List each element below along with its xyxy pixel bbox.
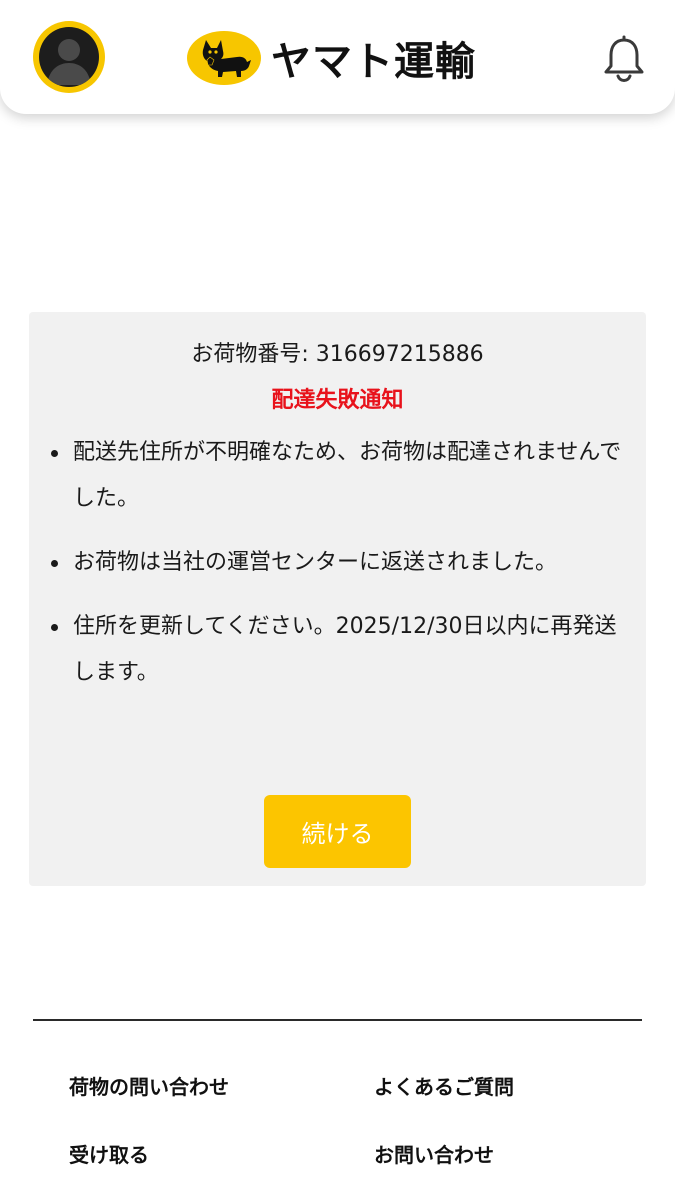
footer-link-contact[interactable]: お問い合わせ	[374, 1139, 494, 1168]
user-avatar-icon[interactable]	[33, 21, 105, 93]
avatar	[39, 27, 99, 87]
brand-name: ヤマト運輸	[271, 39, 476, 85]
list-item: お荷物は当社の運営センターに返送されました。	[47, 540, 631, 586]
list-item: 配送先住所が不明確なため、お荷物は配達されませんでした。	[47, 430, 631, 522]
tracking-number: お荷物番号: 316697215886	[191, 342, 484, 367]
footer-link-receive[interactable]: 受け取る	[69, 1139, 149, 1168]
list-item: 住所を更新してください。2025/12/30日以内に再発送します。	[47, 604, 631, 696]
message-list: 配送先住所が不明確なため、お荷物は配達されませんでした。 お荷物は当社の運営セン…	[47, 430, 631, 714]
delivery-notice-panel: お荷物番号: 316697215886 配達失敗通知 配送先住所が不明確なため、…	[29, 312, 646, 886]
footer-divider	[33, 1019, 642, 1021]
person-silhouette-icon	[47, 39, 91, 85]
notice-title: 配達失敗通知	[271, 388, 404, 413]
footer-link-tracking[interactable]: 荷物の問い合わせ	[69, 1071, 229, 1100]
black-cat-icon	[187, 31, 261, 85]
brand-logo[interactable]: ヤマト運輸	[187, 27, 476, 89]
bell-icon[interactable]	[602, 33, 646, 83]
app-header: ヤマト運輸	[0, 0, 675, 114]
footer-link-faq[interactable]: よくあるご質問	[374, 1071, 514, 1100]
continue-button[interactable]: 続ける	[264, 795, 411, 868]
